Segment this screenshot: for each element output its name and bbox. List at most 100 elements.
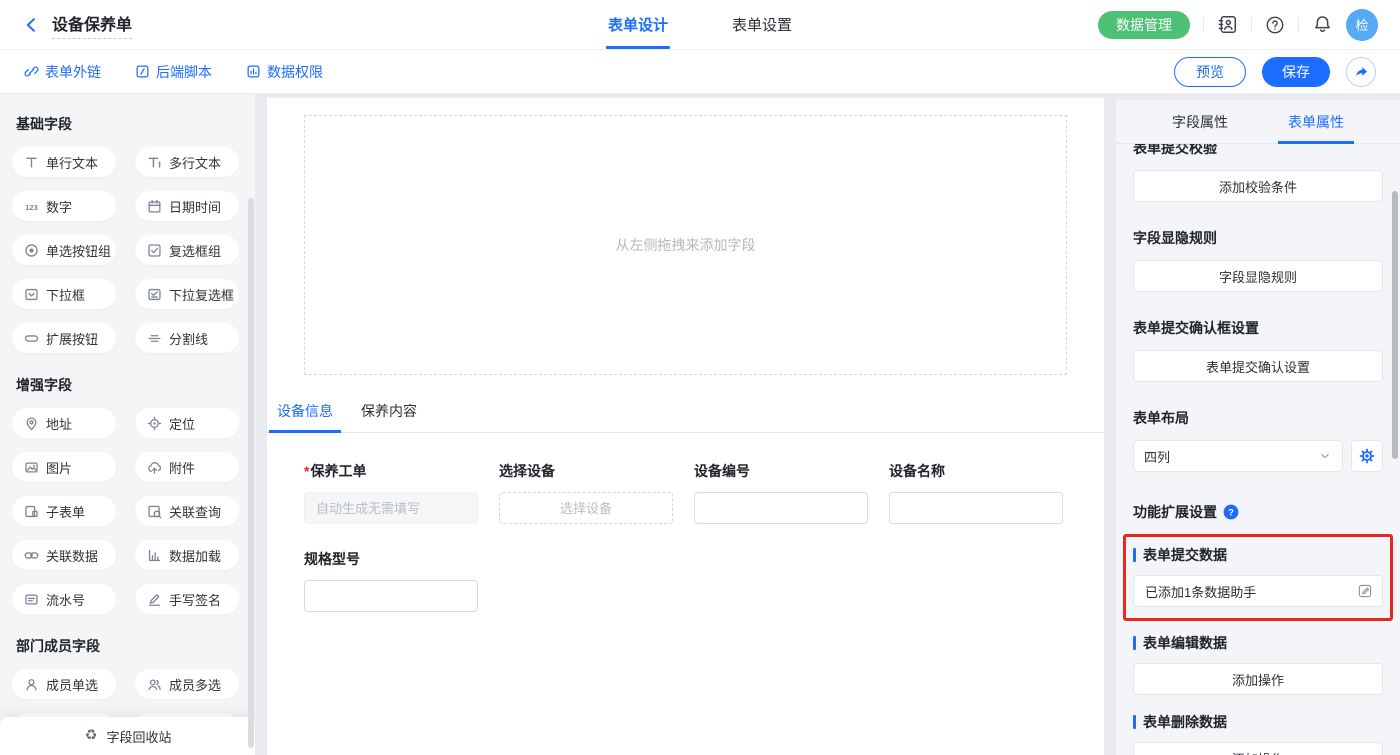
form-field-spec-model[interactable]: 规格型号 (304, 549, 478, 612)
panel-body: 表单提交校验 添加校验条件 字段显隐规则 字段显隐规则 表单提交确认框设置 表单… (1116, 144, 1400, 755)
field-item-linked-query[interactable]: 关联查询 (135, 496, 239, 526)
section-title-submit-confirm: 表单提交确认框设置 (1133, 318, 1383, 338)
link-label: 表单外链 (45, 62, 101, 82)
header-tabs: 表单设计 表单设置 (606, 0, 794, 49)
tab-device-info[interactable]: 设备信息 (269, 401, 341, 432)
back-icon[interactable] (22, 16, 40, 34)
section-title-enhanced-fields: 增强字段 (16, 375, 239, 395)
field-item-label: 日期时间 (169, 197, 221, 216)
contacts-icon[interactable] (1217, 14, 1238, 35)
form-field-maintenance-order[interactable]: *保养工单 (304, 461, 478, 524)
tab-form-properties[interactable]: 表单属性 (1278, 100, 1354, 143)
field-item-number[interactable]: 123数字 (12, 191, 116, 221)
form-external-link[interactable]: 表单外链 (24, 62, 101, 82)
layout-select[interactable]: 四列 (1133, 440, 1343, 472)
properties-panel: 字段属性 表单属性 表单提交校验 添加校验条件 字段显隐规则 字段显隐规则 表单… (1116, 100, 1400, 755)
field-recycle-bin[interactable]: ♻ 字段回收站 (0, 717, 255, 755)
field-item-signature[interactable]: 手写签名 (135, 584, 239, 614)
field-item-subform[interactable]: 子表单 (12, 496, 116, 526)
preview-button[interactable]: 预览 (1174, 57, 1246, 87)
sidebar-scrollbar[interactable] (248, 198, 254, 748)
checkbox-icon (147, 243, 162, 258)
delete-data-add-action-button[interactable]: 添加操作 (1133, 742, 1383, 755)
field-item-image[interactable]: 图片 (12, 452, 116, 482)
field-item-label: 多行文本 (169, 153, 221, 172)
form-field-device-number[interactable]: 设备编号 (694, 461, 868, 524)
main-content: 基础字段 单行文本 多行文本 123数字 日期时间单选按钮组 复选框组下拉框 下拉复选框扩… (0, 94, 1400, 755)
field-item-serial[interactable]: 流水号 (12, 584, 116, 614)
field-label: 设备编号 (694, 461, 868, 481)
field-item-label: 成员多选 (169, 675, 221, 694)
backend-script-link[interactable]: 后端脚本 (135, 62, 212, 82)
edit-icon[interactable] (1357, 583, 1373, 599)
feature-submit-data: 表单提交数据 已添加1条数据助手 (1133, 545, 1383, 607)
field-item-radio[interactable]: 单选按钮组 (12, 235, 116, 265)
field-item-textarea[interactable]: 多行文本 (135, 147, 239, 177)
form-field-select-device[interactable]: 选择设备 (499, 461, 673, 524)
field-item-text[interactable]: 单行文本 (12, 147, 116, 177)
panel-scrollbar[interactable] (1392, 191, 1398, 459)
field-item-label: 附件 (169, 458, 195, 477)
date-icon (147, 199, 162, 214)
field-item-label: 下拉复选框 (169, 285, 234, 304)
submit-confirm-button[interactable]: 表单提交确认设置 (1133, 350, 1383, 382)
save-button[interactable]: 保存 (1262, 57, 1330, 87)
multiselect-icon (147, 287, 162, 302)
question-badge-icon[interactable]: ? (1223, 504, 1239, 520)
field-item-divider[interactable]: 分割线 (135, 323, 239, 353)
section-title-basic-fields: 基础字段 (16, 114, 239, 134)
spec-model-input[interactable] (304, 580, 478, 612)
field-item-location[interactable]: 定位 (135, 408, 239, 438)
link-label: 数据权限 (267, 62, 323, 82)
tab-maintenance-content[interactable]: 保养内容 (353, 401, 425, 432)
field-item-label: 数据加载 (169, 546, 221, 565)
form-toolbar: 表单外链 后端脚本 数据权限 预览 保存 (0, 50, 1400, 94)
add-validation-button[interactable]: 添加校验条件 (1133, 170, 1383, 202)
tab-form-settings[interactable]: 表单设置 (730, 0, 794, 49)
recycle-bin-label: 字段回收站 (106, 727, 171, 746)
form-field-device-name[interactable]: 设备名称 (889, 461, 1063, 524)
field-item-checkbox[interactable]: 复选框组 (135, 235, 239, 265)
edit-data-add-action-button[interactable]: 添加操作 (1133, 663, 1383, 695)
field-item-member-multi[interactable]: 成员多选 (135, 669, 239, 699)
field-item-address[interactable]: 地址 (12, 408, 116, 438)
field-item-select[interactable]: 下拉框 (12, 279, 116, 309)
submit-data-value-field[interactable]: 已添加1条数据助手 (1133, 575, 1383, 607)
maintenance-order-input[interactable] (304, 492, 478, 524)
field-item-data-load[interactable]: 数据加载 (135, 540, 239, 570)
data-load-icon (147, 548, 162, 563)
button-icon (24, 331, 39, 346)
avatar[interactable]: 检 (1346, 9, 1378, 41)
field-item-label: 单行文本 (46, 153, 98, 172)
textarea-icon (147, 155, 162, 170)
select-device-input[interactable] (499, 492, 673, 524)
data-permission-link[interactable]: 数据权限 (246, 62, 323, 82)
app-header: 设备保养单 表单设计 表单设置 数据管理 检 (0, 0, 1400, 50)
visibility-rules-button[interactable]: 字段显隐规则 (1133, 260, 1383, 292)
field-item-button[interactable]: 扩展按钮 (12, 323, 116, 353)
field-item-multiselect[interactable]: 下拉复选框 (135, 279, 239, 309)
bell-icon[interactable] (1312, 14, 1333, 35)
form-designer-app: 设备保养单 表单设计 表单设置 数据管理 检 表单外链 后端脚本 数据权限 (0, 0, 1400, 755)
layout-settings-button[interactable] (1351, 440, 1383, 472)
data-manage-button[interactable]: 数据管理 (1098, 11, 1190, 39)
device-number-input[interactable] (694, 492, 868, 524)
field-item-date[interactable]: 日期时间 (135, 191, 239, 221)
share-button[interactable] (1346, 57, 1376, 87)
attachment-icon (147, 460, 162, 475)
divider (1251, 17, 1252, 32)
device-name-input[interactable] (889, 492, 1063, 524)
share-icon (1353, 64, 1369, 80)
field-label: 设备名称 (889, 461, 1063, 481)
help-icon[interactable] (1265, 15, 1285, 35)
page-title[interactable]: 设备保养单 (52, 11, 132, 39)
dropzone[interactable]: 从左侧拖拽来添加字段 (304, 115, 1067, 375)
tab-form-design[interactable]: 表单设计 (606, 0, 670, 49)
field-item-linked-data[interactable]: 关联数据 (12, 540, 116, 570)
field-item-label: 复选框组 (169, 241, 221, 260)
tab-field-properties[interactable]: 字段属性 (1162, 100, 1238, 143)
feature-title: 表单提交数据 (1133, 545, 1383, 565)
submit-data-highlight-box: 表单提交数据 已添加1条数据助手 (1123, 534, 1393, 621)
field-item-attachment[interactable]: 附件 (135, 452, 239, 482)
field-item-member-single[interactable]: 成员单选 (12, 669, 116, 699)
